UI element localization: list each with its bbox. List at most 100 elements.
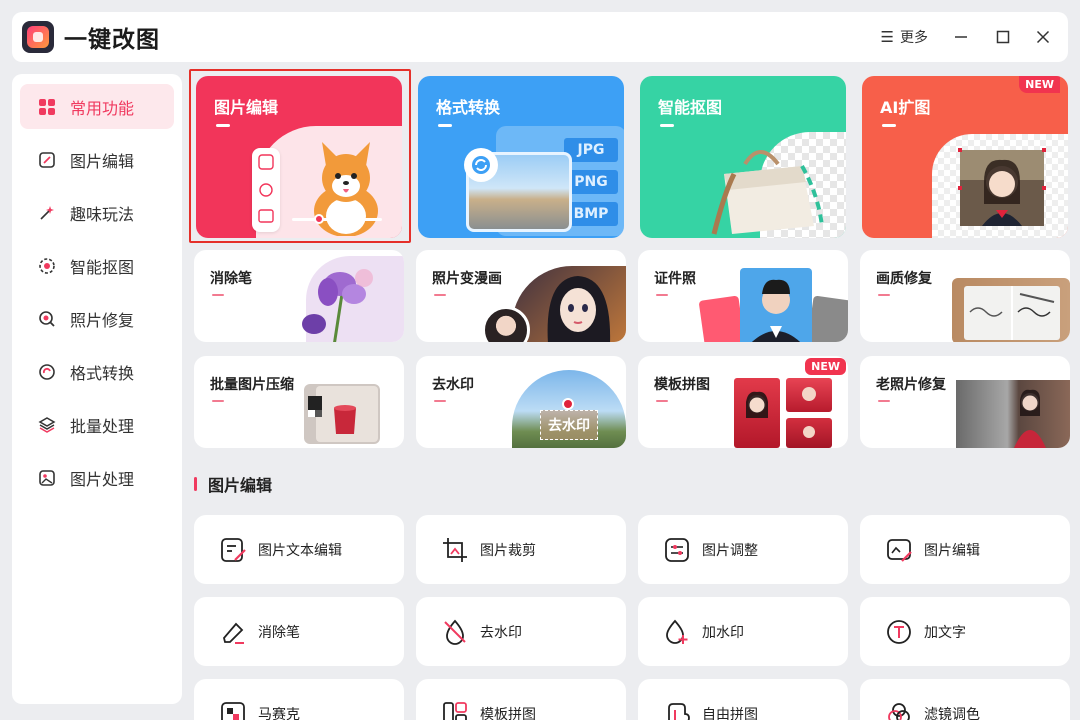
- feature-card-remove-watermark[interactable]: 去水印 去水印: [416, 356, 626, 448]
- sidebar-item-cutout[interactable]: 智能抠图: [20, 243, 174, 288]
- sidebar-item-batch[interactable]: 批量处理: [20, 402, 174, 447]
- watermark-handle: [562, 398, 574, 410]
- repair-icon: [36, 308, 58, 330]
- feature-title: 照片变漫画: [432, 271, 502, 287]
- magic-wand-icon: [36, 202, 58, 224]
- crop-icon: [440, 535, 470, 565]
- new-badge: NEW: [1019, 76, 1060, 93]
- hero-dash: [660, 124, 674, 127]
- tool-adjust[interactable]: 图片调整: [638, 515, 848, 584]
- sidebar-item-image-process[interactable]: 图片处理: [20, 455, 174, 500]
- tool-free-collage[interactable]: 自由拼图: [638, 679, 848, 720]
- tool-eraser[interactable]: 消除笔: [194, 597, 404, 666]
- sidebar-item-image-edit[interactable]: 图片编辑: [20, 137, 174, 182]
- grid-icon: [36, 96, 58, 118]
- handbag-illustration: [711, 150, 824, 235]
- tool-label: 模板拼图: [480, 706, 536, 720]
- more-button[interactable]: ☰ 更多: [881, 27, 928, 47]
- feature-card-photo-to-comic[interactable]: 照片变漫画: [416, 250, 626, 342]
- more-label: 更多: [900, 30, 928, 46]
- convert-icon: [36, 361, 58, 383]
- hero-title: 格式转换: [436, 98, 501, 117]
- tool-label: 滤镜调色: [924, 706, 980, 720]
- format-tag: PNG: [564, 170, 618, 194]
- sidebar-item-format[interactable]: 格式转换: [20, 349, 174, 394]
- sidebar-item-common[interactable]: 常用功能: [20, 84, 174, 129]
- old-photo-figure: [1014, 389, 1046, 448]
- adjust-icon: [662, 535, 692, 565]
- feature-dash: [656, 400, 668, 402]
- tool-image-edit[interactable]: 图片编辑: [860, 515, 1070, 584]
- cutout-icon: [36, 255, 58, 277]
- tool-add-watermark[interactable]: 加水印: [638, 597, 848, 666]
- close-button[interactable]: [1030, 24, 1056, 50]
- sidebar-item-label: 批量处理: [70, 416, 135, 436]
- filter-icon: [884, 699, 914, 720]
- eraser-icon: [218, 617, 248, 647]
- sidebar-item-label: 照片修复: [70, 310, 135, 330]
- sidebar-item-label: 图片编辑: [70, 151, 135, 171]
- title-bar: 一键改图 ☰ 更多: [12, 12, 1068, 62]
- tool-mosaic[interactable]: 马赛克: [194, 679, 404, 720]
- hero-card-image-edit[interactable]: 图片编辑: [196, 76, 402, 238]
- add-text-icon: [884, 617, 914, 647]
- sidebar-item-photo-repair[interactable]: 照片修复: [20, 296, 174, 341]
- feature-card-old-photo-repair[interactable]: 老照片修复: [860, 356, 1070, 448]
- feature-title: 消除笔: [210, 271, 252, 287]
- sidebar-item-label: 常用功能: [70, 98, 135, 118]
- template-collage-icon: [440, 699, 470, 720]
- tool-label: 图片文本编辑: [258, 542, 342, 559]
- compress-photo: [308, 386, 378, 442]
- minimize-button[interactable]: [948, 24, 974, 50]
- tool-label: 图片裁剪: [480, 542, 536, 559]
- tool-crop[interactable]: 图片裁剪: [416, 515, 626, 584]
- tool-label: 加水印: [702, 624, 744, 641]
- hero-dash: [882, 124, 896, 127]
- tool-add-text[interactable]: 加文字: [860, 597, 1070, 666]
- tool-label: 马赛克: [258, 706, 300, 720]
- dog-illustration: [314, 142, 378, 236]
- remove-watermark-icon: [440, 617, 470, 647]
- maximize-icon: [996, 30, 1010, 44]
- feature-dash: [212, 400, 224, 402]
- feature-card-template-collage[interactable]: 模板拼图 NEW: [638, 356, 848, 448]
- hero-card-smart-cutout[interactable]: 智能抠图: [640, 76, 846, 238]
- app-logo: [22, 21, 54, 53]
- feature-title: 去水印: [432, 377, 474, 393]
- feature-title: 证件照: [654, 271, 696, 287]
- tool-label: 自由拼图: [702, 706, 758, 720]
- hero-card-ai-expand[interactable]: AI扩图 NEW: [862, 76, 1068, 238]
- tool-label: 去水印: [480, 624, 522, 641]
- minimize-icon: [955, 36, 967, 38]
- notebook-illustration: [964, 286, 1060, 340]
- feature-card-batch-compress[interactable]: 批量图片压缩: [194, 356, 404, 448]
- portrait-photo: [958, 148, 1046, 226]
- feature-dash: [878, 294, 890, 296]
- tool-text-edit[interactable]: 图片文本编辑: [194, 515, 404, 584]
- feature-title: 老照片修复: [876, 377, 946, 393]
- menu-icon: ☰: [880, 28, 894, 46]
- tool-remove-watermark[interactable]: 去水印: [416, 597, 626, 666]
- feature-card-quality-repair[interactable]: 画质修复: [860, 250, 1070, 342]
- hero-slider: [292, 218, 382, 221]
- comic-girl-illustration: [547, 276, 611, 342]
- feature-card-id-photo[interactable]: 证件照: [638, 250, 848, 342]
- feature-title: 画质修复: [876, 271, 932, 287]
- sidebar-item-label: 图片处理: [70, 469, 135, 489]
- tool-filter[interactable]: 滤镜调色: [860, 679, 1070, 720]
- sidebar: 常用功能 图片编辑 趣味玩法 智能抠图 照片修复 格式转换 批量处理 图片处理: [12, 74, 182, 704]
- hero-title: AI扩图: [880, 98, 931, 117]
- layers-icon: [36, 414, 58, 436]
- hero-title: 智能抠图: [658, 98, 723, 117]
- hero-dash: [216, 124, 230, 127]
- hero-slider-knob: [314, 214, 324, 224]
- section-accent-bar: [194, 477, 197, 491]
- sidebar-item-fun[interactable]: 趣味玩法: [20, 190, 174, 235]
- tool-template-collage[interactable]: 模板拼图: [416, 679, 626, 720]
- feature-dash: [656, 294, 668, 296]
- feature-dash: [878, 400, 890, 402]
- maximize-button[interactable]: [990, 24, 1016, 50]
- feature-card-eraser[interactable]: 消除笔: [194, 250, 404, 342]
- hero-card-format-convert[interactable]: 格式转换 JPG PNG BMP: [418, 76, 624, 238]
- image-icon: [36, 467, 58, 489]
